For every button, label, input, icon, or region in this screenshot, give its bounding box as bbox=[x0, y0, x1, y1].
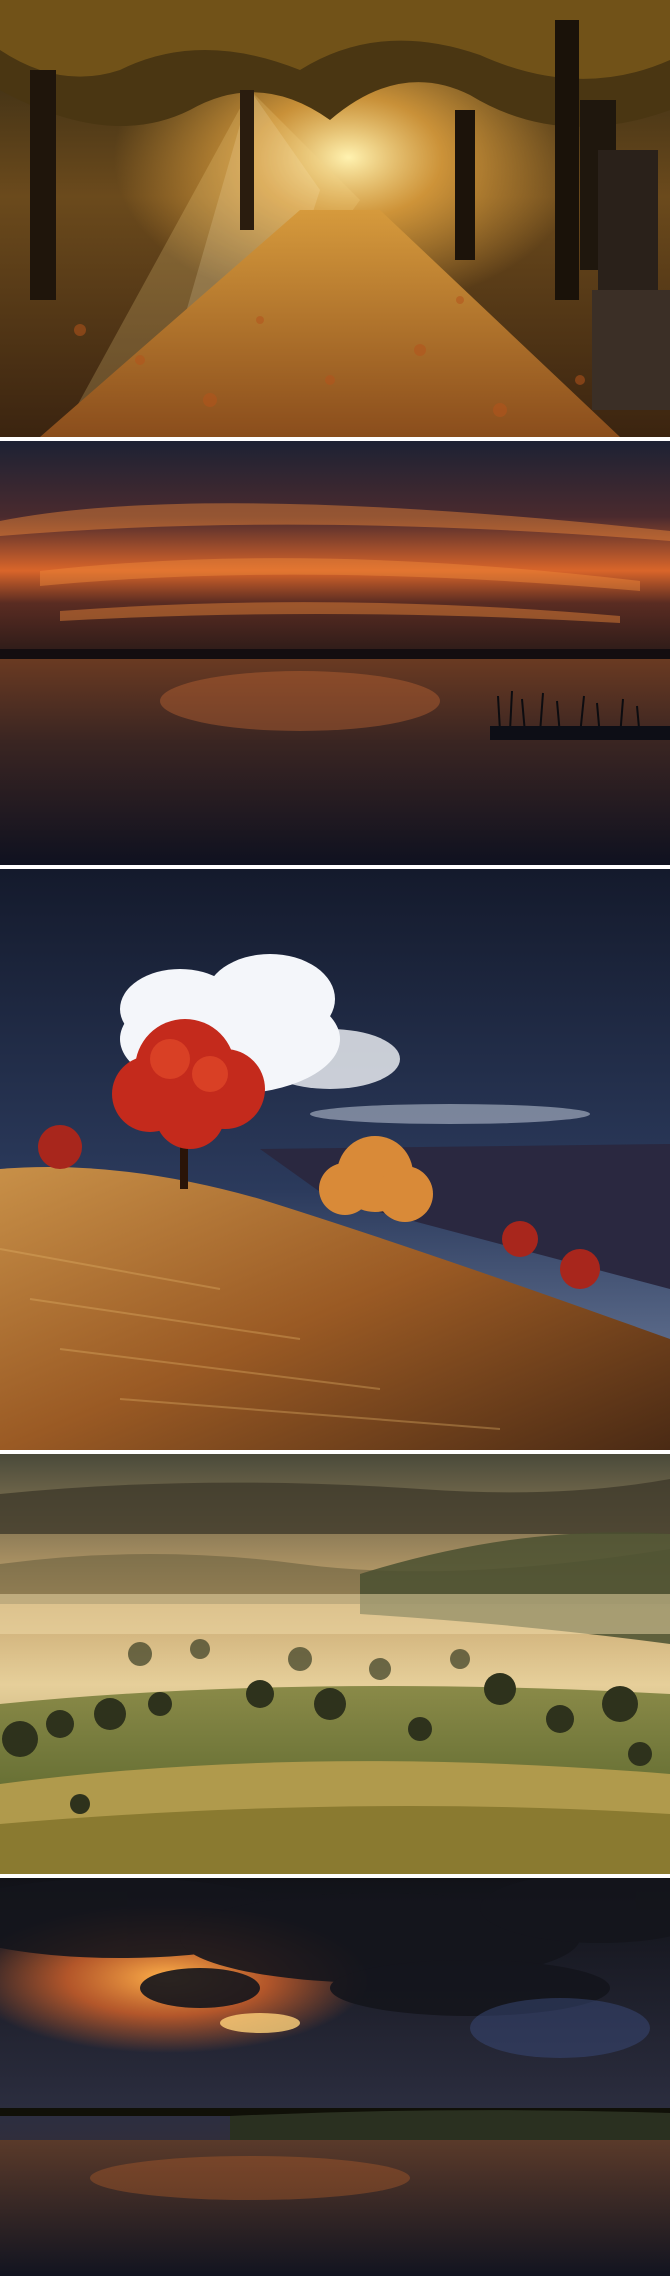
photo-storm-sunset-lake bbox=[0, 1878, 670, 2276]
photo-hillside-red-tree bbox=[0, 869, 670, 1450]
photo-collage bbox=[0, 0, 670, 2276]
photo-autumn-avenue bbox=[0, 0, 670, 437]
photo-lake-sunset bbox=[0, 441, 670, 865]
photo-misty-valley bbox=[0, 1454, 670, 1874]
